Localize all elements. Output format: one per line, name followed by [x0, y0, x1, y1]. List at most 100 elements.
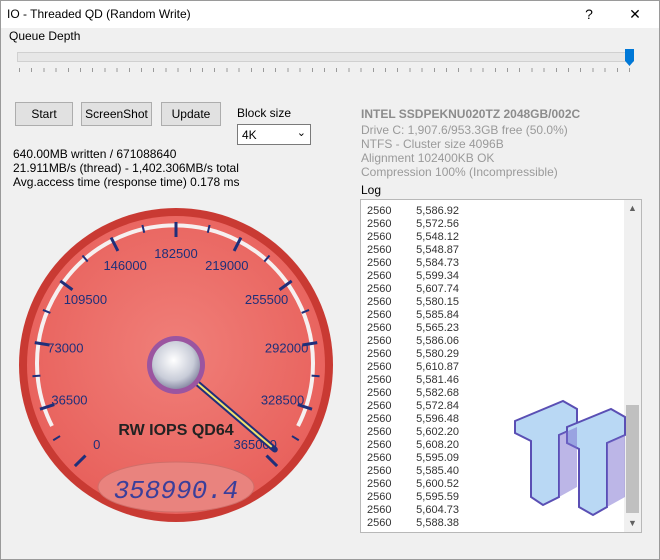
drive-info-fs: NTFS - Cluster size 4096B: [361, 137, 504, 151]
chevron-down-icon: ⌄: [296, 127, 306, 139]
log-row-blocks: 2560: [367, 517, 392, 529]
log-row: 2560 5,581.46: [367, 374, 459, 387]
log-row-blocks: 2560: [367, 244, 392, 256]
log-row: 2560 5,595.09: [367, 452, 459, 465]
log-row-speed: 5,582.68: [416, 387, 459, 399]
log-row-blocks: 2560: [367, 205, 392, 217]
access-time-stat: Avg.access time (response time) 0.178 ms: [13, 175, 240, 189]
log-row: 2560 5,580.15: [367, 296, 459, 309]
log-label: Log: [361, 183, 382, 197]
gauge-tick-label: 0: [93, 437, 100, 452]
log-row: 2560 5,584.73: [367, 257, 459, 270]
log-row-speed: 5,584.73: [416, 257, 459, 269]
help-button[interactable]: ?: [567, 1, 611, 28]
log-row-blocks: 2560: [367, 400, 392, 412]
tt-logo-icon: [514, 399, 626, 517]
queue-depth-label: Queue Depth: [9, 29, 81, 43]
log-row: 2560 5,600.52: [367, 478, 459, 491]
log-row: 2560 5,588.38: [367, 517, 459, 530]
log-row: 2560 5,596.48: [367, 413, 459, 426]
scroll-up-icon[interactable]: ▲: [624, 200, 641, 217]
queue-depth-slider[interactable]: [17, 52, 634, 62]
log-row-speed: 5,581.46: [416, 374, 459, 386]
close-button[interactable]: ✕: [613, 1, 657, 28]
log-row-speed: 5,600.52: [416, 478, 459, 490]
block-size-select[interactable]: 4K ⌄: [237, 124, 311, 145]
gauge-tick-label: 146000: [103, 258, 146, 273]
window-title: IO - Threaded QD (Random Write): [7, 7, 191, 21]
log-row-speed: 5,572.84: [416, 400, 459, 412]
gauge-tick-label: 109500: [64, 292, 107, 307]
drive-info-alignment: Alignment 102400KB OK: [361, 151, 495, 165]
block-size-value: 4K: [242, 128, 257, 142]
log-row: 2560 5,582.68: [367, 387, 459, 400]
log-row-speed: 5,604.73: [416, 504, 459, 516]
gauge-tick-label: 219000: [205, 258, 248, 273]
log-row: 2560 5,580.29: [367, 348, 459, 361]
log-row: 2560 5,548.87: [367, 244, 459, 257]
log-row: 2560 5,572.84: [367, 400, 459, 413]
log-row-speed: 5,602.20: [416, 426, 459, 438]
log-row-speed: 5,565.23: [416, 322, 459, 334]
log-row: 2560 5,610.87: [367, 361, 459, 374]
gauge-tick: [32, 374, 41, 378]
log-row-blocks: 2560: [367, 413, 392, 425]
log-row: 2560 5,586.92: [367, 205, 459, 218]
throughput-stat: 21.911MB/s (thread) - 1,402.306MB/s tota…: [13, 161, 239, 175]
queue-depth-slider-thumb[interactable]: [625, 49, 634, 66]
log-row-speed: 5,580.29: [416, 348, 459, 360]
log-row-blocks: 2560: [367, 426, 392, 438]
iops-gauge: 0 36500 73000 109500 146000 182500 219000 25550…: [19, 208, 333, 522]
log-row-blocks: 2560: [367, 322, 392, 334]
log-row-blocks: 2560: [367, 270, 392, 282]
update-button[interactable]: Update: [161, 102, 221, 126]
gauge-caption: RW IOPS QD64: [118, 422, 233, 439]
log-row: 2560 5,599.34: [367, 270, 459, 283]
gauge-tick-label: 292000: [265, 340, 308, 355]
log-row: 2560 5,572.56: [367, 218, 459, 231]
log-row-speed: 5,585.40: [416, 465, 459, 477]
log-row: 2560 5,548.12: [367, 231, 459, 244]
log-row-speed: 5,588.38: [416, 517, 459, 529]
iops-readout: 358990.4: [114, 476, 239, 506]
log-row-blocks: 2560: [367, 504, 392, 516]
log-row-speed: 5,572.56: [416, 218, 459, 230]
log-row: 2560 5,604.73: [367, 504, 459, 517]
log-row-blocks: 2560: [367, 361, 392, 373]
log-row-speed: 5,595.59: [416, 491, 459, 503]
drive-info-compression: Compression 100% (Incompressible): [361, 165, 558, 179]
drive-info-free: Drive C: 1,907.6/953.3GB free (50.0%): [361, 123, 568, 137]
log-row-blocks: 2560: [367, 452, 392, 464]
log-row: 2560 5,585.40: [367, 465, 459, 478]
gauge-hub: [152, 341, 200, 389]
log-row-speed: 5,580.15: [416, 296, 459, 308]
log-row-blocks: 2560: [367, 387, 392, 399]
gauge-tick-label: 36500: [51, 393, 87, 408]
log-row-speed: 5,595.09: [416, 452, 459, 464]
log-row-speed: 5,586.06: [416, 335, 459, 347]
log-row-speed: 5,548.12: [416, 231, 459, 243]
drive-name: INTEL SSDPEKNU020TZ 2048GB/002C: [361, 107, 581, 121]
log-row: 2560 5,607.74: [367, 283, 459, 296]
start-button[interactable]: Start: [15, 102, 73, 126]
log-row: 2560 5,585.84: [367, 309, 459, 322]
log-row: 2560 5,565.23: [367, 322, 459, 335]
log-row-blocks: 2560: [367, 309, 392, 321]
log-row-blocks: 2560: [367, 257, 392, 269]
block-size-label: Block size: [237, 106, 292, 120]
app-window: IO - Threaded QD (Random Write) ? ✕ Queu…: [0, 0, 660, 560]
log-row-speed: 5,596.48: [416, 413, 459, 425]
screenshot-button[interactable]: ScreenShot: [81, 102, 152, 126]
log-row-blocks: 2560: [367, 348, 392, 360]
gauge-tick: [311, 374, 320, 378]
log-row-speed: 5,607.74: [416, 283, 459, 295]
gauge-tick-label: 182500: [154, 246, 197, 261]
log-row-blocks: 2560: [367, 491, 392, 503]
log-row-speed: 5,585.84: [416, 309, 459, 321]
log-row-blocks: 2560: [367, 439, 392, 451]
log-row-speed: 5,548.87: [416, 244, 459, 256]
log-row: 2560 5,586.06: [367, 335, 459, 348]
log-row-blocks: 2560: [367, 218, 392, 230]
log-row-blocks: 2560: [367, 478, 392, 490]
log-row-speed: 5,608.20: [416, 439, 459, 451]
